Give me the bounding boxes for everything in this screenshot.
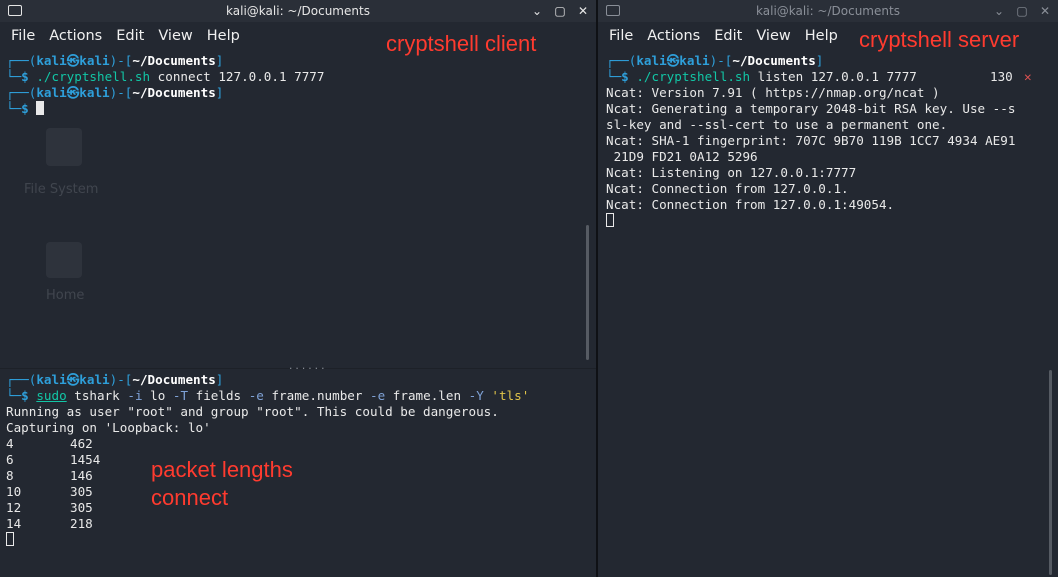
window-title: kali@kali: ~/Documents	[226, 4, 370, 18]
exit-error-icon: ✕	[1024, 69, 1032, 84]
command-line: └─$ ./cryptshell.sh listen 127.0.0.1 777…	[606, 69, 1032, 84]
text-cursor	[6, 532, 14, 546]
prompt-line: ┌──(kali㉿kali)-[~/Documents]	[6, 53, 224, 68]
output-line: Ncat: Version 7.91 ( https://nmap.org/nc…	[606, 85, 940, 100]
input-line[interactable]	[6, 532, 596, 548]
menu-view[interactable]: View	[749, 28, 797, 44]
maximize-button[interactable]: ▢	[1015, 3, 1029, 19]
output-line: Ncat: Connection from 127.0.0.1:49054.	[606, 197, 895, 212]
scrollbar[interactable]	[1049, 370, 1052, 575]
menu-view[interactable]: View	[151, 28, 199, 44]
scrollbar-top-pane[interactable]	[586, 225, 589, 360]
table-row: 14 218	[6, 516, 93, 531]
output-line: Ncat: Listening on 127.0.0.1:7777	[606, 165, 857, 180]
input-line[interactable]: └─$	[6, 101, 596, 117]
input-line[interactable]	[606, 213, 1058, 229]
output-line: Capturing on 'Loopback: lo'	[6, 420, 211, 435]
text-cursor	[36, 101, 45, 115]
menu-edit[interactable]: Edit	[109, 28, 151, 44]
minimize-button[interactable]: ⌄	[530, 3, 544, 19]
menu-help[interactable]: Help	[200, 28, 247, 44]
output-line: Ncat: Generating a temporary 2048-bit RS…	[606, 101, 1016, 116]
minimize-button[interactable]: ⌄	[992, 3, 1006, 19]
menu-help[interactable]: Help	[798, 28, 845, 44]
prompt-line: ┌──(kali㉿kali)-[~/Documents]	[606, 53, 824, 68]
table-row: 4 462	[6, 436, 93, 451]
command-line: └─$ sudo tshark -i lo -T fields -e frame…	[6, 388, 530, 403]
home-ghost-label: Home	[46, 288, 85, 303]
table-row: 10 305	[6, 484, 93, 499]
command-line: └─$ ./cryptshell.sh connect 127.0.0.1 77…	[6, 69, 325, 84]
close-button[interactable]: ✕	[576, 3, 590, 19]
output-line: 21D9 FD21 0A12 5296	[606, 149, 758, 164]
filesystem-ghost-icon	[46, 128, 82, 166]
annotation-packet-lengths: packet lengths	[151, 457, 293, 482]
annotation-server: cryptshell server	[859, 27, 1020, 52]
window-title: kali@kali: ~/Documents	[756, 4, 900, 18]
output-line: Ncat: SHA-1 fingerprint: 707C 9B70 119B …	[606, 133, 1016, 148]
prompt-line: ┌──(kali㉿kali)-[~/Documents]	[6, 372, 224, 387]
text-cursor	[606, 213, 614, 227]
terminal-window-client[interactable]: kali@kali: ~/Documents ⌄ ▢ ✕ File Action…	[0, 0, 596, 577]
terminal-pane-bottom[interactable]: ┌──(kali㉿kali)-[~/Documents] └─$ sudo ts…	[0, 372, 596, 548]
annotation-connect: connect	[151, 485, 229, 510]
home-ghost-icon	[46, 242, 82, 278]
menu-actions[interactable]: Actions	[42, 28, 109, 44]
menu-file[interactable]: File	[4, 28, 42, 44]
menu-actions[interactable]: Actions	[640, 28, 707, 44]
packet-table: 4 462 6 1454 8 146 10 305 12 305 14 218	[6, 436, 596, 532]
split-handle[interactable]: ......	[288, 362, 327, 372]
menu-file[interactable]: File	[602, 28, 640, 44]
exit-code: 130	[990, 69, 1013, 84]
table-row: 6 1454	[6, 452, 101, 467]
maximize-button[interactable]: ▢	[553, 3, 567, 19]
titlebar[interactable]: kali@kali: ~/Documents ⌄ ▢ ✕	[598, 0, 1058, 22]
table-row: 8 146	[6, 468, 93, 483]
output-line: sl-key and --ssl-cert to use a permanent…	[606, 117, 948, 132]
menu-edit[interactable]: Edit	[707, 28, 749, 44]
prompt-line: ┌──(kali㉿kali)-[~/Documents]	[6, 85, 224, 100]
filesystem-ghost-label: File System	[24, 182, 99, 197]
output-line: Running as user "root" and group "root".…	[6, 404, 499, 419]
terminal-window-server[interactable]: kali@kali: ~/Documents ⌄ ▢ ✕ File Action…	[598, 0, 1058, 577]
output-line: Ncat: Connection from 127.0.0.1.	[606, 181, 849, 196]
table-row: 12 305	[6, 500, 93, 515]
close-button[interactable]: ✕	[1038, 3, 1052, 19]
terminal-pane-top[interactable]: ┌──(kali㉿kali)-[~/Documents] └─$ ./crypt…	[0, 53, 596, 117]
terminal-pane[interactable]: ┌──(kali㉿kali)-[~/Documents] └─$ ./crypt…	[598, 53, 1058, 229]
titlebar[interactable]: kali@kali: ~/Documents ⌄ ▢ ✕	[0, 0, 596, 22]
